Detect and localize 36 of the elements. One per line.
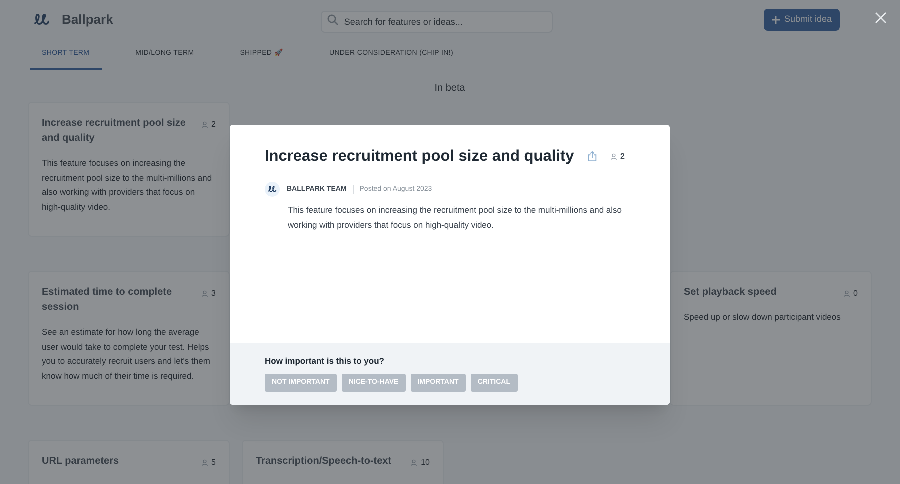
person-icon xyxy=(200,121,209,129)
modal-title: Increase recruitment pool size and quality xyxy=(265,147,574,167)
idea-card[interactable]: Increase recruitment pool size and quality 2 This feature focuses on increasing the recruitment pool size to the multi-millions and also working with providers that focus on high-quality video. xyxy=(28,102,230,237)
card-title: Increase recruitment pool size and quality xyxy=(42,117,187,146)
card-description: Speed up or slow down participant videos xyxy=(684,311,842,324)
idea-card[interactable]: URL parameters 5 xyxy=(28,440,230,484)
idea-card[interactable] xyxy=(28,271,230,406)
card-description: See an estimate for how long the average user would take to complete your test. Helps you to accurately recruit users and let's them know how much of their time is required. xyxy=(42,326,212,383)
team-avatar-icon xyxy=(265,182,280,198)
card-title: URL parameters xyxy=(42,455,120,469)
card-description: This feature focuses on increasing the recruitment pool size to the multi-millions and also working with providers that focus on high-quality video. xyxy=(42,157,214,214)
vote-count: 5 xyxy=(212,457,216,469)
person-icon xyxy=(200,459,209,467)
submit-idea-button[interactable]: Submit idea xyxy=(764,9,840,31)
person-icon xyxy=(410,459,418,467)
plus-icon xyxy=(772,16,780,24)
vote-count: 2 xyxy=(212,119,216,131)
idea-card[interactable]: Set playback speed 0 Speed up or slow down participant videos xyxy=(670,271,872,406)
section-title: In beta xyxy=(434,82,466,96)
share-icon[interactable] xyxy=(586,151,598,162)
vote-count: 0 xyxy=(854,288,858,300)
idea-card[interactable]: Transcription/Speech-to-text 10 xyxy=(242,440,444,484)
vote-count: 2 xyxy=(620,150,625,163)
brand-name: Ballpark xyxy=(62,11,114,30)
person-icon xyxy=(200,290,209,298)
importance-question: How important is this to you? xyxy=(265,355,386,368)
vote-count: 10 xyxy=(421,457,430,469)
person-icon xyxy=(610,152,618,161)
card-title: Transcription/Speech-to-text xyxy=(256,455,393,469)
close-icon[interactable] xyxy=(875,12,887,24)
person-icon xyxy=(842,290,851,298)
card-title: Set playback speed xyxy=(684,286,778,300)
vote-count: 3 xyxy=(212,288,216,300)
modal-description: This feature focuses on increasing the recruitment pool size to the multi-millions and also working with providers that focus on high-quality video. xyxy=(288,204,624,232)
card-title: Estimated time to complete session xyxy=(42,286,174,315)
search-field[interactable]: Search for features or ideas... xyxy=(321,11,554,33)
